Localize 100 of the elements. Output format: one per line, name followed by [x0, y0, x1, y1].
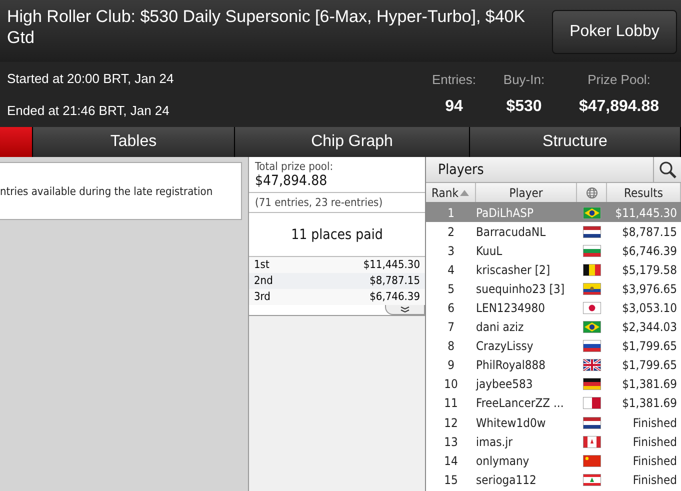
result-cell-text: Finished: [632, 434, 677, 449]
player-name: BarracudaNL: [476, 224, 547, 239]
stat-label: Entries:: [432, 72, 476, 86]
player-row[interactable]: 8 CrazyLissy $1,799.65: [426, 336, 681, 356]
rank-cell-text: 3: [446, 244, 456, 258]
result-cell-text: $3,976.65: [621, 282, 677, 296]
search-icon: [658, 160, 676, 178]
stat-value: $530: [506, 98, 542, 116]
flag-icon: [583, 206, 601, 219]
stat-label: Prize Pool:: [588, 72, 650, 86]
player-name: onlymany: [476, 454, 530, 468]
tab[interactable]: Structure: [470, 127, 681, 157]
window-title: High Roller Club: $530 Daily Supersonic [6-Max, Hyper-Turbo], $40K Gtd: [7, 6, 526, 48]
player-row[interactable]: 11 FreeLancerZZ ... $1,381.69: [426, 394, 681, 414]
place-amount: $8,787.15: [370, 273, 420, 289]
flag-icon: [583, 302, 601, 314]
tab[interactable]: [0, 127, 33, 157]
result-cell-text: $1,799.65: [621, 339, 677, 354]
player-name: kriscasher [2]: [476, 262, 552, 277]
rank-cell-text: 14: [443, 454, 459, 468]
player-row[interactable]: 6 LEN1234980 $3,053.10: [426, 298, 681, 318]
flag-icon: [583, 397, 601, 410]
place-label: 3rd: [254, 289, 270, 305]
result-cell-text: $1,799.65: [621, 358, 677, 372]
flag-icon: [583, 359, 601, 372]
place-amount: $11,445.30: [363, 257, 420, 273]
player-row[interactable]: 10 jaybee583 $1,381.69: [426, 374, 681, 394]
tab[interactable]: Chip Graph: [235, 127, 470, 157]
player-row[interactable]: 15 serioga112 Finished: [426, 470, 681, 490]
flag-icon: [583, 474, 601, 486]
player-row[interactable]: 13 imas.jr Finished: [426, 432, 681, 452]
rank-cell-text: 8: [446, 339, 456, 354]
player-name: KuuL: [476, 244, 504, 258]
player-name: dani aziz: [476, 320, 525, 334]
column-header[interactable]: Results: [607, 183, 681, 202]
rank-cell-text: 6: [446, 301, 456, 316]
stat-value: $47,894.88: [578, 98, 660, 116]
result-cell-text: $3,053.10: [621, 301, 677, 316]
player-row[interactable]: 4 kriscasher [2] $5,179.58: [426, 260, 681, 280]
late-registration-notice: ntries available during the late registration: [0, 162, 242, 220]
rank-cell-text: 15: [443, 472, 459, 487]
player-row[interactable]: 3 KuuL $6,746.39: [426, 241, 681, 260]
players-title: Players: [437, 162, 484, 178]
flag-icon: [583, 264, 601, 276]
place-label: 1st: [254, 257, 270, 273]
player-name: PhilRoyal888: [476, 358, 547, 372]
column-header[interactable]: Player: [476, 183, 577, 202]
rank-cell-text: 5: [446, 282, 456, 296]
result-cell-text: $6,746.39: [621, 244, 677, 258]
result-cell-text: $8,787.15: [621, 224, 677, 239]
player-row[interactable]: 12 Whitew1d0w Finished: [426, 413, 681, 432]
rank-cell-text: 7: [446, 320, 456, 334]
result-cell-text: $11,445.30: [614, 206, 677, 220]
end-time: Ended at 21:46 BRT, Jan 24: [7, 103, 170, 118]
flag-icon: [583, 226, 601, 238]
total-prize-label: Total prize pool:: [255, 160, 334, 173]
stat-label: Buy-In:: [503, 72, 545, 86]
player-row[interactable]: 2 BarracudaNL $8,787.15: [426, 222, 681, 242]
sort-ascending-icon: [460, 190, 470, 196]
double-chevron-icon: [400, 306, 410, 313]
player-row[interactable]: 5 suequinho23 [3] $3,976.65: [426, 279, 681, 298]
flag-icon: [583, 282, 601, 295]
globe-icon: [586, 186, 598, 198]
place-label: 2nd: [254, 273, 273, 289]
player-name: CrazyLissy: [476, 339, 534, 354]
player-row[interactable]: 9 PhilRoyal888 $1,799.65: [426, 356, 681, 375]
flag-icon: [583, 244, 601, 257]
player-name: jaybee583: [476, 377, 534, 392]
rank-cell-text: 2: [446, 224, 456, 239]
player-row[interactable]: 7 dani aziz $2,344.03: [426, 318, 681, 337]
flag-icon: [583, 436, 601, 448]
rank-cell-text: 4: [446, 262, 456, 277]
result-cell-text: $1,381.69: [621, 396, 677, 410]
player-name: PaDiLhASP: [476, 206, 535, 220]
rank-cell-text: 1: [446, 206, 456, 220]
player-name: Whitew1d0w: [476, 416, 547, 430]
flag-icon: [583, 416, 601, 429]
result-cell-text: $2,344.03: [621, 320, 677, 334]
column-header[interactable]: Rank: [426, 183, 476, 202]
poker-lobby-button[interactable]: Poker Lobby: [552, 10, 677, 54]
result-cell-text: $1,381.69: [621, 377, 677, 392]
expand-button[interactable]: [385, 305, 425, 315]
rank-cell-text: 12: [443, 416, 459, 430]
result-cell-text: Finished: [632, 472, 677, 487]
start-time: Started at 20:00 BRT, Jan 24: [7, 70, 175, 86]
tab[interactable]: Tables: [33, 127, 235, 157]
entries-summary: (71 entries, 23 re-entries): [255, 196, 384, 209]
result-cell-text: Finished: [632, 454, 677, 468]
result-cell-text: $5,179.58: [621, 262, 677, 277]
flag-icon: [583, 340, 601, 352]
place-amount: $6,746.39: [370, 289, 420, 305]
player-row[interactable]: 14 onlymany Finished: [426, 451, 681, 470]
stat-value: 94: [445, 98, 463, 116]
flag-icon: [583, 378, 601, 390]
player-name: FreeLancerZZ ...: [476, 396, 565, 410]
player-name: imas.jr: [476, 434, 514, 449]
player-name: serioga112: [476, 472, 538, 487]
rank-cell-text: 10: [443, 377, 459, 392]
rank-cell-text: 13: [443, 434, 459, 449]
player-name: LEN1234980: [476, 301, 546, 316]
